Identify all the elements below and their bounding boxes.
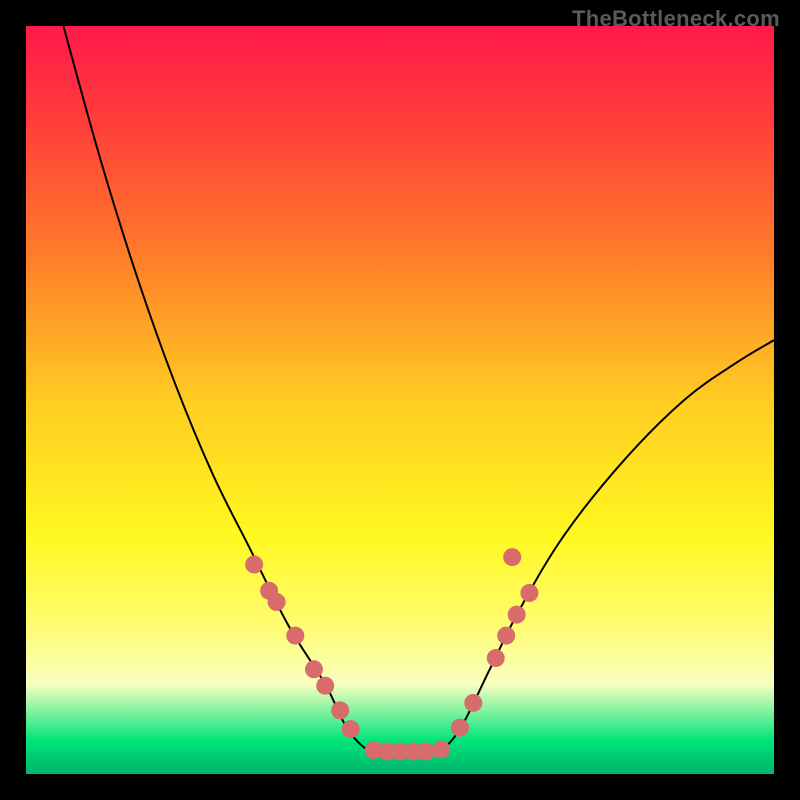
data-marker: [342, 720, 360, 738]
data-marker: [487, 649, 505, 667]
chart-background: [26, 26, 774, 774]
chart-plot-area: [26, 26, 774, 774]
data-marker: [268, 593, 286, 611]
data-marker: [245, 556, 263, 574]
data-marker: [497, 627, 515, 645]
data-marker: [316, 677, 334, 695]
data-marker: [503, 548, 521, 566]
data-marker: [464, 694, 482, 712]
data-marker: [416, 743, 434, 761]
data-marker: [331, 701, 349, 719]
data-marker: [305, 660, 323, 678]
data-marker: [286, 627, 304, 645]
chart-svg: [26, 26, 774, 774]
data-marker: [508, 606, 526, 624]
data-marker: [451, 719, 469, 737]
data-marker: [520, 584, 538, 602]
data-marker: [432, 740, 450, 758]
